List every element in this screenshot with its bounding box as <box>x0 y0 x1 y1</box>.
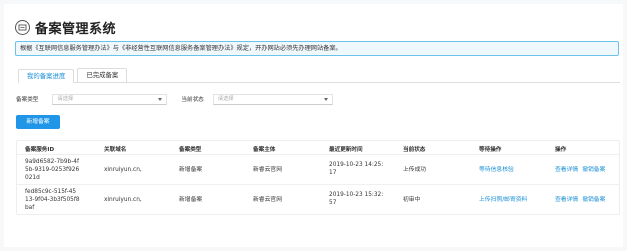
filing-logo-icon <box>15 19 30 35</box>
filing-table: 备案服务ID 关联域名 备案类型 备案主体 最近更新时间 当前状态 等待操作 操… <box>16 140 620 215</box>
filing-type-select[interactable]: 请选择 <box>52 93 168 105</box>
col-header-subject: 备案主体 <box>253 147 276 153</box>
row-actions: 查看详情 撤销备案 <box>555 166 609 174</box>
page-title: 备案管理系统 <box>35 21 117 37</box>
filter-bar: 备案类型 请选择 当前状态 请选择 <box>16 93 333 105</box>
current-status-select[interactable]: 请选择 <box>212 93 333 105</box>
col-header-domain: 关联域名 <box>104 147 127 153</box>
page-header: 备案管理系统 <box>15 18 117 37</box>
type-cell: 新增备案 <box>179 197 203 203</box>
filing-id: fed85c9c-515f-45 13-9f04-3b3f505f8 baf <box>25 188 80 212</box>
filing-id-line: 021d <box>25 175 40 181</box>
updated-time-line: 2019-10-23 15:32: <box>329 192 384 198</box>
filing-id-line: baf <box>25 205 35 211</box>
tab-completed[interactable]: 已完成备案 <box>77 68 128 82</box>
subject-cell: 新睿云官网 <box>253 197 282 203</box>
domain-cell: xinruiyun.cn, <box>104 167 142 173</box>
col-header-id: 备案服务ID <box>25 147 55 153</box>
col-header-updated: 最近更新时间 <box>329 147 363 153</box>
updated-cell: 2019-10-23 15:32: 57 <box>329 191 383 207</box>
updated-time-line: 17 <box>329 170 337 176</box>
filing-id-line: 5b-9319-0253f926 <box>25 167 80 173</box>
view-details-link[interactable]: 查看详情 <box>555 166 578 174</box>
pending-action-link[interactable]: 上传扫照/邮寄资料 <box>479 196 527 204</box>
chevron-down-icon <box>158 97 163 101</box>
type-cell: 新增备案 <box>179 167 203 173</box>
table-header: 备案服务ID 关联域名 备案类型 备案主体 最近更新时间 当前状态 等待操作 操… <box>17 141 619 155</box>
filing-id-line: 9a9d6582-7b9b-4f <box>25 159 80 165</box>
table-row: fed85c9c-515f-45 13-9f04-3b3f505f8 baf x… <box>17 185 619 215</box>
col-header-type: 备案类型 <box>179 147 202 153</box>
filing-type-label: 备案类型 <box>16 97 39 103</box>
table-row: 9a9d6582-7b9b-4f 5b-9319-0253f926 021d x… <box>17 155 619 185</box>
filing-id-line: fed85c9c-515f-45 <box>25 189 77 195</box>
filing-id-line: 13-9f04-3b3f505f8 <box>25 197 80 203</box>
updated-time-line: 57 <box>329 200 337 206</box>
filing-type-placeholder: 请选择 <box>57 95 74 102</box>
revoke-filing-link[interactable]: 撤销备案 <box>582 196 605 204</box>
col-header-status: 当前状态 <box>403 147 426 153</box>
current-status-placeholder: 请选择 <box>217 95 234 102</box>
tab-my-progress[interactable]: 我的备案进度 <box>18 69 75 83</box>
domain-cell: xinruiyun.cn, <box>104 197 142 203</box>
pending-action-link[interactable]: 等待信息核验 <box>479 166 514 174</box>
status-cell: 初审中 <box>403 197 421 203</box>
updated-time-line: 2019-10-23 14:25: <box>329 162 384 168</box>
status-cell: 上传成功 <box>403 167 427 173</box>
updated-cell: 2019-10-23 14:25: 17 <box>329 161 383 177</box>
subject-cell: 新睿云官网 <box>253 167 282 173</box>
chevron-down-icon <box>323 97 328 101</box>
main-panel: 备案管理系统 根据《互联网信息服务管理办法》与《非经营性互联网信息服务备案管理办… <box>4 4 623 247</box>
current-status-label: 当前状态 <box>181 97 204 103</box>
filing-id: 9a9d6582-7b9b-4f 5b-9319-0253f926 021d <box>25 158 79 182</box>
revoke-filing-link[interactable]: 撤销备案 <box>582 166 605 174</box>
regulation-notice: 根据《互联网信息服务管理办法》与《非经营性互联网信息服务备案管理办法》规定，开办… <box>15 41 619 56</box>
row-actions: 查看详情 撤销备案 <box>555 196 609 204</box>
tab-bar: 我的备案进度 已完成备案 <box>18 68 620 83</box>
col-header-actions: 操作 <box>555 147 567 153</box>
new-filing-button[interactable]: 新增备案 <box>16 115 60 129</box>
col-header-pending: 等待操作 <box>479 147 502 153</box>
view-details-link[interactable]: 查看详情 <box>555 196 578 204</box>
